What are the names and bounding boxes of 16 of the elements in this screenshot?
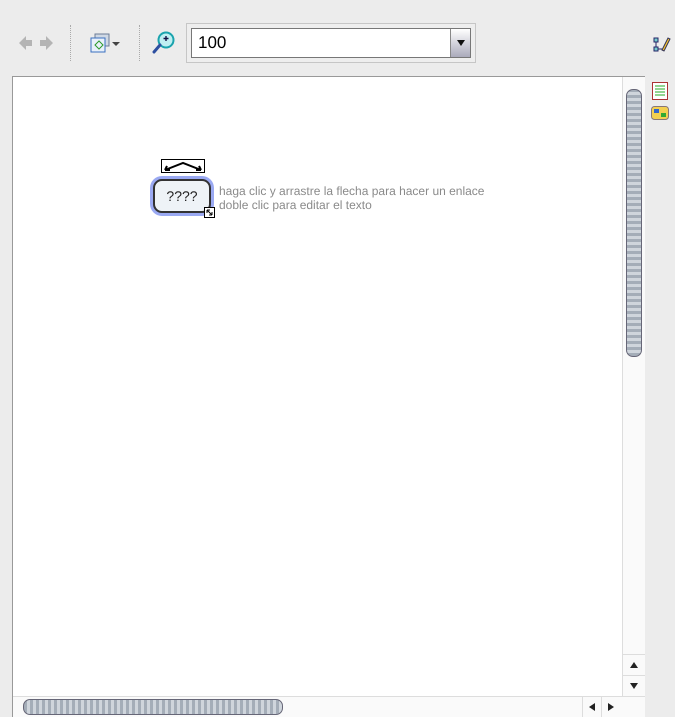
vertical-scroll-thumb[interactable]	[626, 89, 642, 357]
dropdown-button[interactable]	[450, 29, 470, 57]
scroll-right-arrow-icon[interactable]	[607, 703, 616, 711]
hint-text: haga clic y arrastre la flecha para hacer un enlace	[219, 184, 484, 198]
link-arrow-handle[interactable]	[161, 159, 205, 173]
hint-text: doble clic para editar el texto	[219, 198, 373, 212]
diagram-icon[interactable]	[651, 106, 670, 122]
scroll-left-arrow-icon[interactable]	[588, 703, 596, 711]
scroll-up-arrow-icon[interactable]	[630, 661, 638, 669]
resize-handle-icon[interactable]	[204, 207, 215, 218]
scroll-down-arrow-icon[interactable]	[630, 682, 638, 690]
text-list-icon[interactable]	[652, 82, 668, 100]
horizontal-scroll-thumb[interactable]	[23, 699, 283, 715]
zoom-icon[interactable]	[152, 31, 176, 55]
diagram-node[interactable]: ????	[153, 179, 211, 213]
caret-icon	[456, 39, 466, 47]
